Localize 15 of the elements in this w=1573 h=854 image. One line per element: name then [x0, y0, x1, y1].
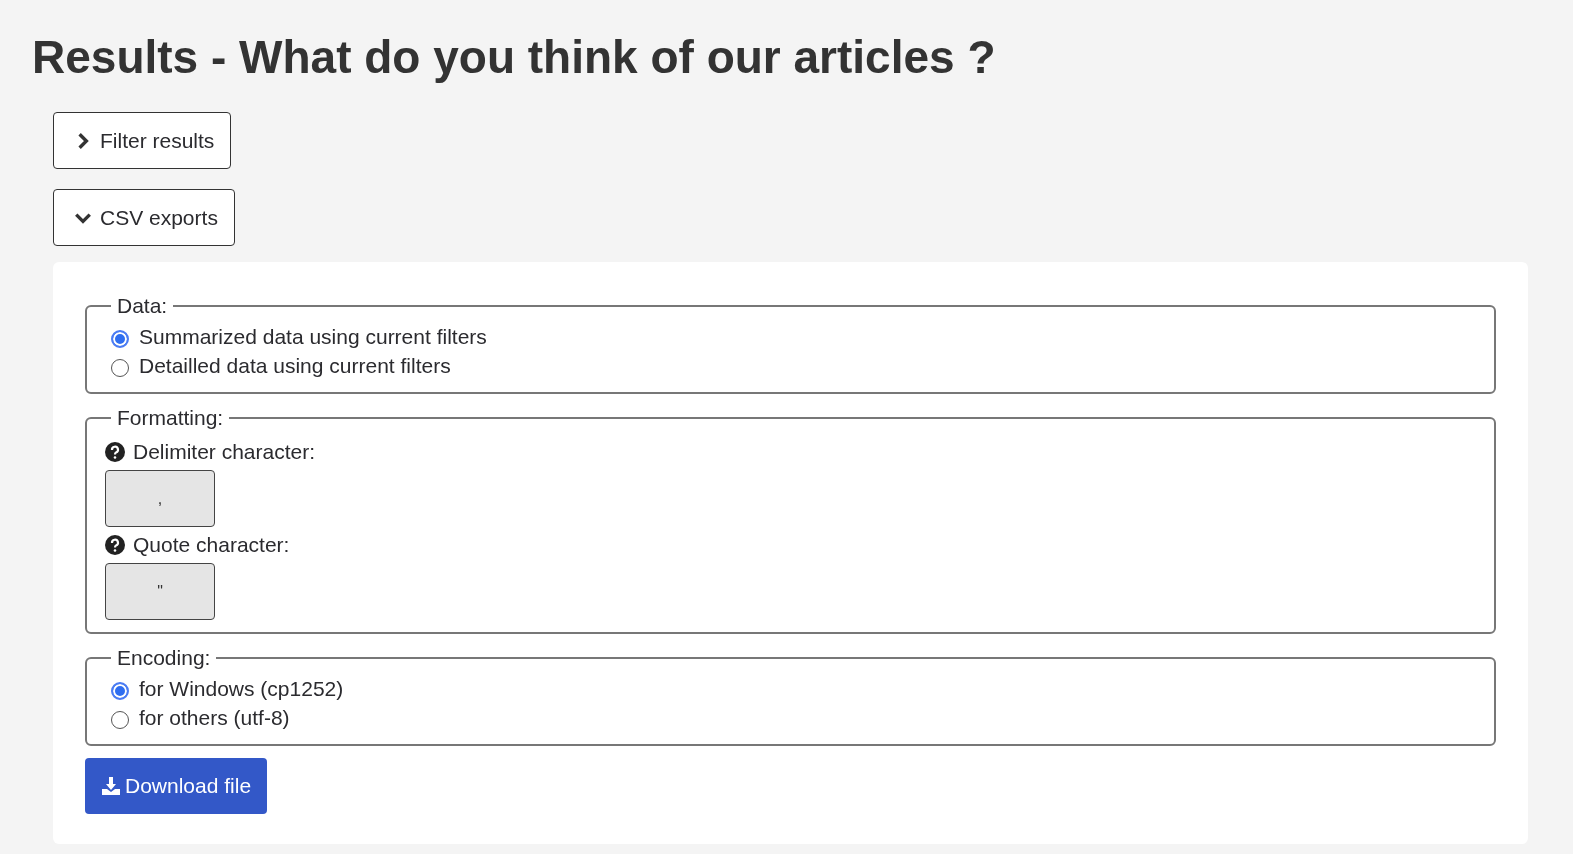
page-title: Results - What do you think of our articles ?	[32, 30, 997, 84]
field-label: Delimiter character:	[133, 440, 316, 464]
fieldset-legend: Formatting:	[111, 406, 230, 430]
field-label: Quote character:	[133, 533, 290, 557]
download-button[interactable]: Download file	[85, 758, 268, 814]
input-field[interactable]: "	[105, 563, 215, 620]
radio-option[interactable]: Detailled data using current filters	[111, 351, 451, 380]
input-field[interactable]: ,	[105, 470, 215, 527]
radio-option[interactable]: for others (utf-8)	[111, 703, 290, 732]
radio-option[interactable]: Summarized data using current filters	[111, 322, 487, 351]
fieldset-legend: Encoding:	[111, 646, 217, 670]
fieldset-legend: Data:	[111, 294, 174, 318]
toggle-button[interactable]: Filter results	[53, 112, 232, 169]
toggle-button[interactable]: CSV exports	[53, 189, 235, 246]
radio-option[interactable]: for Windows (cp1252)	[111, 674, 344, 703]
